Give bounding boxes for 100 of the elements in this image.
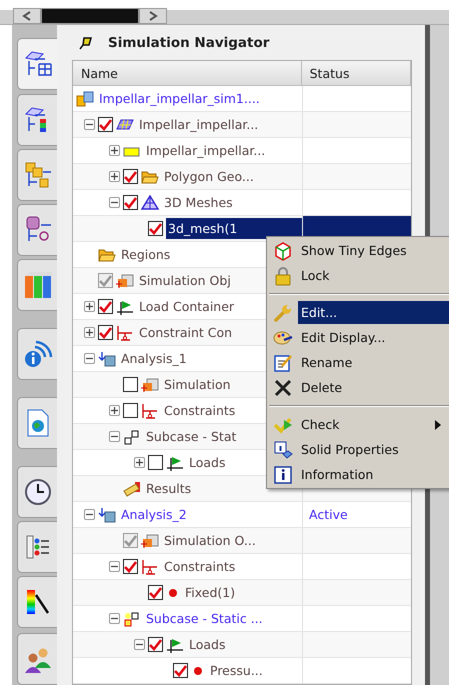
tree-item[interactable]: Impellar_impellar... [144, 140, 268, 161]
checkmark-icon [174, 664, 187, 676]
collapse-toggle[interactable] [109, 613, 120, 624]
tree-item[interactable]: Loads [187, 452, 228, 473]
tree-item[interactable]: Regions [119, 244, 172, 265]
plus-icon [136, 459, 143, 466]
plus-icon [111, 173, 118, 180]
tree-item[interactable]: 3d_mesh(1 [166, 218, 302, 239]
edit-document-icon [273, 352, 293, 372]
checkbox[interactable] [98, 325, 113, 340]
panel-title: Simulation Navigator [108, 34, 270, 50]
checkmark-icon [149, 586, 162, 598]
tree-item[interactable]: Simulation Obj [137, 270, 233, 291]
checkmark-icon [124, 196, 137, 208]
tree-item[interactable]: Analysis_2 [119, 504, 189, 525]
collapse-toggle[interactable] [109, 197, 120, 208]
flag-icon [166, 636, 184, 652]
tree-item[interactable]: Constraints [162, 400, 238, 421]
checkmark-icon [124, 534, 137, 546]
checkmark-icon [124, 170, 137, 182]
checkmark-icon [99, 274, 112, 286]
support-icon [116, 324, 134, 340]
checkbox[interactable] [98, 117, 113, 132]
tree-item[interactable]: Constraints [162, 556, 238, 577]
checkbox[interactable] [148, 637, 163, 652]
tree-item[interactable]: Results [144, 478, 194, 499]
menu-item[interactable]: Check [298, 413, 449, 436]
menu-item[interactable]: Rename [298, 351, 449, 374]
checkbox[interactable] [173, 663, 188, 678]
tree-item[interactable]: Load Container [137, 296, 236, 317]
checkbox[interactable] [123, 169, 138, 184]
cube-icon [141, 376, 159, 392]
minus-icon [86, 355, 93, 362]
column-header[interactable]: Name [73, 61, 302, 85]
expand-toggle[interactable] [84, 327, 95, 338]
sim-file-icon [76, 90, 94, 106]
navigator-tab[interactable] [17, 576, 57, 628]
info-icon [273, 464, 293, 484]
expand-toggle[interactable] [84, 301, 95, 312]
flag-icon [166, 454, 184, 470]
collapse-toggle[interactable] [109, 561, 120, 572]
checkbox[interactable] [123, 559, 138, 574]
expand-toggle[interactable] [109, 405, 120, 416]
pin-icon[interactable] [78, 34, 94, 50]
expand-toggle[interactable] [109, 171, 120, 182]
navigator-tab[interactable] [17, 38, 57, 90]
collapse-toggle[interactable] [84, 509, 95, 520]
collapse-toggle[interactable] [84, 119, 95, 130]
grid-icon [116, 116, 134, 132]
expand-toggle[interactable] [134, 457, 145, 468]
tree-item[interactable]: Simulation [162, 374, 233, 395]
navigator-tab[interactable] [17, 204, 57, 256]
menu-item[interactable]: Edit... [298, 301, 449, 324]
tree-item[interactable]: Impellar_impellar_sim1.... [97, 88, 262, 109]
cube-icon [116, 272, 134, 288]
info-cube-icon [273, 440, 293, 460]
solution-icon [98, 506, 116, 522]
menu-item[interactable]: Lock [298, 264, 449, 287]
squares-icon [123, 610, 141, 626]
menu-item[interactable]: Delete [298, 376, 449, 399]
scroll-right-button[interactable] [139, 8, 167, 24]
checkbox[interactable] [148, 221, 163, 236]
scroll-thumb[interactable] [41, 8, 139, 24]
tree-item[interactable]: Constraint Con [137, 322, 234, 343]
tree-item[interactable]: Pressu... [208, 660, 265, 681]
expand-toggle[interactable] [109, 145, 120, 156]
plus-icon [86, 329, 93, 336]
minus-icon [136, 641, 143, 648]
lock-icon [273, 266, 293, 286]
menu-item[interactable]: Show Tiny Edges [298, 239, 449, 262]
menu-item[interactable]: Information [298, 463, 449, 486]
checkbox[interactable] [123, 195, 138, 210]
column-header[interactable]: Status [302, 61, 411, 85]
navigator-tab[interactable] [17, 94, 57, 146]
tree-item[interactable]: Analysis_1 [119, 348, 189, 369]
tree-item[interactable]: Loads [187, 634, 228, 655]
checkbox[interactable] [148, 455, 163, 470]
checkmark-icon [99, 118, 112, 130]
checkbox[interactable] [123, 403, 138, 418]
submenu-arrow-icon [435, 420, 441, 430]
checkmark-icon [99, 326, 112, 338]
checkmark-icon [99, 300, 112, 312]
cube-icon [273, 240, 293, 260]
collapse-toggle[interactable] [84, 353, 95, 364]
cubes-tree-icon [22, 160, 52, 190]
scroll-left-button[interactable] [13, 8, 41, 24]
menu-item[interactable]: Solid Properties [298, 438, 449, 461]
menu-item[interactable]: Edit Display... [298, 326, 449, 349]
tree-item[interactable]: Fixed(1) [183, 582, 238, 603]
books-icon [22, 270, 52, 300]
tree-item[interactable]: Subcase - Static ... [144, 608, 265, 629]
collapse-toggle[interactable] [134, 639, 145, 650]
collapse-toggle[interactable] [109, 431, 120, 442]
checkbox[interactable] [148, 585, 163, 600]
checkbox[interactable] [98, 299, 113, 314]
flag-icon [116, 298, 134, 314]
checkbox[interactable] [123, 377, 138, 392]
tree-item[interactable]: 3D Meshes [162, 192, 235, 213]
navigator-tab[interactable] [17, 466, 57, 518]
checkmark-icon [124, 560, 137, 572]
